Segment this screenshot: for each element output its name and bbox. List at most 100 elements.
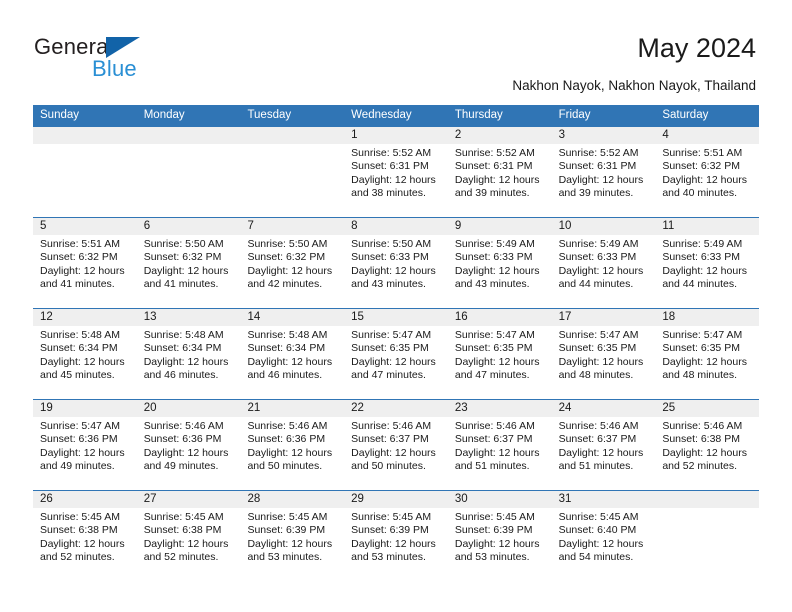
day-cell[interactable]: Sunrise: 5:46 AM Sunset: 6:37 PM Dayligh… — [344, 417, 448, 490]
week-detail-row: Sunrise: 5:45 AM Sunset: 6:38 PM Dayligh… — [33, 508, 759, 581]
day-cell[interactable]: Sunrise: 5:45 AM Sunset: 6:38 PM Dayligh… — [33, 508, 137, 581]
day-cell[interactable]: Sunrise: 5:52 AM Sunset: 6:31 PM Dayligh… — [344, 144, 448, 217]
sunrise-line: Sunrise: 5:45 AM — [454, 511, 535, 523]
day-cell[interactable]: Sunrise: 5:50 AM Sunset: 6:33 PM Dayligh… — [344, 235, 448, 308]
sunrise-line: Sunrise: 5:50 AM — [247, 238, 328, 250]
sunrise-line: Sunrise: 5:49 AM — [662, 238, 743, 250]
day-cell[interactable]: Sunrise: 5:46 AM Sunset: 6:37 PM Dayligh… — [552, 417, 656, 490]
day-cell[interactable] — [240, 144, 344, 217]
day-number: 31 — [558, 493, 572, 505]
day-number: 1 — [351, 129, 358, 141]
day-number-strip: 1 2 3 4 — [33, 127, 759, 144]
daylight-line-1: Daylight: 12 hours — [454, 355, 540, 368]
day-number: 18 — [662, 311, 676, 323]
day-cell[interactable] — [655, 508, 759, 581]
daylight-line-1: Daylight: 12 hours — [662, 355, 747, 368]
day-cell[interactable]: Sunrise: 5:47 AM Sunset: 6:35 PM Dayligh… — [655, 326, 759, 399]
daylight-line-1: Daylight: 12 hours — [558, 446, 644, 459]
sunrise-line: Sunrise: 5:49 AM — [454, 238, 535, 250]
sunrise-line: Sunrise: 5:48 AM — [247, 329, 328, 341]
daylight-line-2: and 52 minutes. — [143, 551, 219, 564]
day-number: 26 — [40, 493, 53, 505]
day-cell[interactable]: Sunrise: 5:45 AM Sunset: 6:39 PM Dayligh… — [448, 508, 552, 581]
sunrise-line: Sunrise: 5:52 AM — [558, 147, 639, 159]
sunrise-line: Sunrise: 5:47 AM — [40, 420, 120, 432]
day-cell[interactable]: Sunrise: 5:49 AM Sunset: 6:33 PM Dayligh… — [448, 235, 552, 308]
daylight-line-1: Daylight: 12 hours — [351, 446, 436, 459]
weekday-header-row: Sunday Monday Tuesday Wednesday Thursday… — [33, 105, 759, 126]
day-number-strip: 5 6 7 8 9 10 11 — [33, 218, 759, 235]
day-cell[interactable]: Sunrise: 5:48 AM Sunset: 6:34 PM Dayligh… — [137, 326, 241, 399]
day-cell[interactable]: Sunrise: 5:45 AM Sunset: 6:39 PM Dayligh… — [344, 508, 448, 581]
sunrise-line: Sunrise: 5:45 AM — [351, 511, 432, 523]
sunset-line: Sunset: 6:32 PM — [143, 251, 222, 264]
sunset-line: Sunset: 6:34 PM — [247, 342, 326, 355]
day-cell[interactable]: Sunrise: 5:51 AM Sunset: 6:32 PM Dayligh… — [655, 144, 759, 217]
daylight-line-1: Daylight: 12 hours — [351, 173, 436, 186]
day-cell[interactable]: Sunrise: 5:47 AM Sunset: 6:35 PM Dayligh… — [344, 326, 448, 399]
daylight-line-1: Daylight: 12 hours — [454, 446, 540, 459]
day-cell[interactable]: Sunrise: 5:47 AM Sunset: 6:35 PM Dayligh… — [552, 326, 656, 399]
sunset-line: Sunset: 6:39 PM — [247, 524, 326, 537]
day-number: 27 — [143, 493, 157, 505]
day-cell[interactable]: Sunrise: 5:50 AM Sunset: 6:32 PM Dayligh… — [240, 235, 344, 308]
sunrise-line: Sunrise: 5:51 AM — [662, 147, 743, 159]
day-number — [137, 127, 241, 144]
daylight-line-2: and 53 minutes. — [247, 551, 323, 564]
daylight-line-2: and 43 minutes. — [351, 278, 426, 291]
day-number: 30 — [454, 493, 468, 505]
day-cell[interactable]: Sunrise: 5:50 AM Sunset: 6:32 PM Dayligh… — [137, 235, 241, 308]
day-number-strip: 19 20 21 22 23 24 25 — [33, 400, 759, 417]
sunset-line: Sunset: 6:31 PM — [351, 160, 429, 173]
day-cell[interactable]: Sunrise: 5:46 AM Sunset: 6:36 PM Dayligh… — [240, 417, 344, 490]
page-header: General Blue May 2024 Nakhon Nayok, Nakh… — [0, 0, 792, 100]
daylight-line-2: and 48 minutes. — [662, 369, 738, 382]
day-number: 21 — [247, 402, 261, 414]
day-cell[interactable]: Sunrise: 5:48 AM Sunset: 6:34 PM Dayligh… — [33, 326, 137, 399]
week-detail-row: Sunrise: 5:48 AM Sunset: 6:34 PM Dayligh… — [33, 326, 759, 399]
daylight-line-1: Daylight: 12 hours — [247, 355, 333, 368]
day-cell[interactable]: Sunrise: 5:46 AM Sunset: 6:36 PM Dayligh… — [137, 417, 241, 490]
daylight-line-1: Daylight: 12 hours — [454, 537, 540, 550]
day-cell[interactable]: Sunrise: 5:47 AM Sunset: 6:35 PM Dayligh… — [448, 326, 552, 399]
day-cell[interactable]: Sunrise: 5:51 AM Sunset: 6:32 PM Dayligh… — [33, 235, 137, 308]
day-number: 10 — [558, 220, 572, 232]
sunrise-line: Sunrise: 5:46 AM — [662, 420, 743, 432]
day-number: 4 — [662, 129, 669, 141]
day-cell[interactable] — [137, 144, 241, 217]
day-cell[interactable]: Sunrise: 5:46 AM Sunset: 6:38 PM Dayligh… — [655, 417, 759, 490]
sunset-line: Sunset: 6:38 PM — [40, 524, 118, 537]
daylight-line-1: Daylight: 12 hours — [662, 446, 747, 459]
daylight-line-1: Daylight: 12 hours — [558, 264, 644, 277]
day-cell[interactable]: Sunrise: 5:52 AM Sunset: 6:31 PM Dayligh… — [448, 144, 552, 217]
sunrise-line: Sunrise: 5:49 AM — [558, 238, 639, 250]
day-number: 23 — [454, 402, 468, 414]
day-cell[interactable]: Sunrise: 5:45 AM Sunset: 6:38 PM Dayligh… — [137, 508, 241, 581]
day-cell[interactable]: Sunrise: 5:48 AM Sunset: 6:34 PM Dayligh… — [240, 326, 344, 399]
day-cell[interactable]: Sunrise: 5:45 AM Sunset: 6:39 PM Dayligh… — [240, 508, 344, 581]
day-cell[interactable] — [33, 144, 137, 217]
sunrise-line: Sunrise: 5:46 AM — [558, 420, 639, 432]
daylight-line-1: Daylight: 12 hours — [40, 355, 125, 368]
day-cell[interactable]: Sunrise: 5:52 AM Sunset: 6:31 PM Dayligh… — [552, 144, 656, 217]
day-cell[interactable]: Sunrise: 5:49 AM Sunset: 6:33 PM Dayligh… — [552, 235, 656, 308]
sunrise-line: Sunrise: 5:47 AM — [558, 329, 639, 341]
daylight-line-1: Daylight: 12 hours — [351, 537, 436, 550]
week-detail-row: Sunrise: 5:51 AM Sunset: 6:32 PM Dayligh… — [33, 235, 759, 308]
week-row: 19 20 21 22 23 24 25 Sunrise: 5:47 AM Su… — [33, 399, 759, 490]
sunset-line: Sunset: 6:35 PM — [351, 342, 429, 355]
daylight-line-2: and 42 minutes. — [247, 278, 323, 291]
daylight-line-2: and 41 minutes. — [40, 278, 115, 291]
general-blue-logo[interactable]: General Blue — [34, 34, 184, 82]
day-cell[interactable]: Sunrise: 5:46 AM Sunset: 6:37 PM Dayligh… — [448, 417, 552, 490]
day-cell[interactable]: Sunrise: 5:47 AM Sunset: 6:36 PM Dayligh… — [33, 417, 137, 490]
sunset-line: Sunset: 6:36 PM — [40, 433, 118, 446]
day-cell[interactable]: Sunrise: 5:45 AM Sunset: 6:40 PM Dayligh… — [552, 508, 656, 581]
day-number: 2 — [454, 129, 462, 141]
day-number: 11 — [662, 220, 675, 232]
daylight-line-2: and 47 minutes. — [351, 369, 426, 382]
sunrise-line: Sunrise: 5:45 AM — [558, 511, 639, 523]
day-cell[interactable]: Sunrise: 5:49 AM Sunset: 6:33 PM Dayligh… — [655, 235, 759, 308]
day-number: 25 — [662, 402, 676, 414]
weekday-header-tuesday: Tuesday — [247, 109, 292, 121]
